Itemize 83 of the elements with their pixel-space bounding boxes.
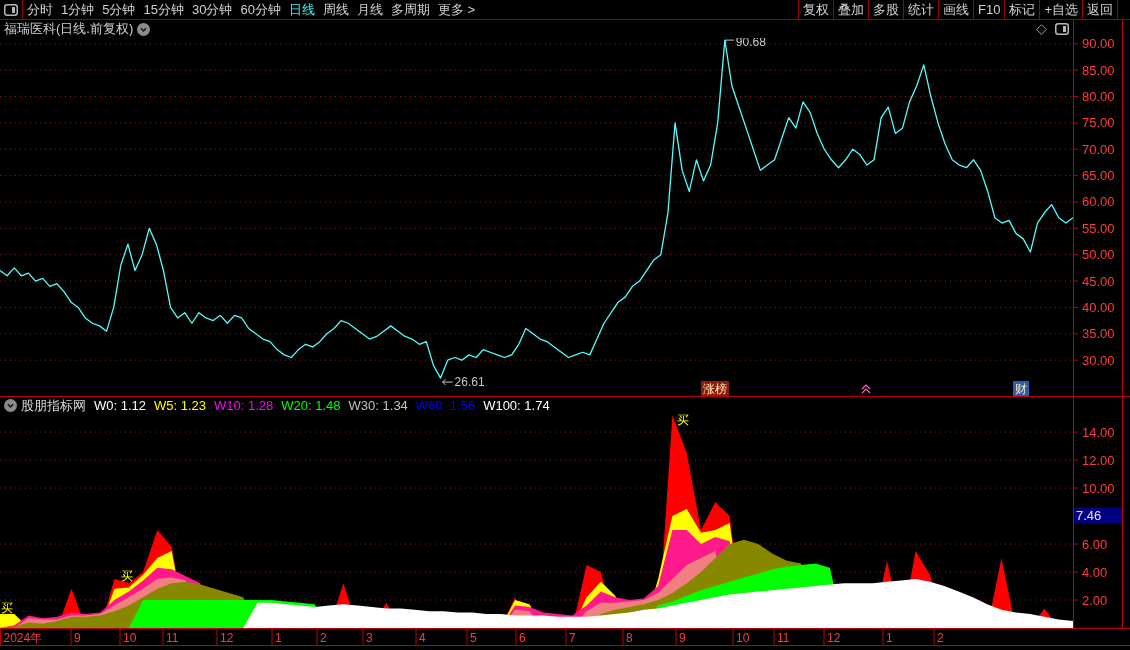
- axis-label: 10: [736, 631, 750, 645]
- chevron-down-icon[interactable]: [4, 398, 17, 412]
- axis-label: 14.00: [1082, 424, 1115, 440]
- diamond-icon[interactable]: [1036, 23, 1047, 35]
- axis-label: 2.00: [1082, 592, 1108, 608]
- axis-label: 4.00: [1082, 564, 1108, 580]
- indicator-name: 股朋指标网: [21, 397, 86, 413]
- axis-label: 55.00: [1082, 220, 1115, 236]
- price-label: 90.68: [735, 38, 766, 50]
- chart-title: 福瑞医科(日线.前复权): [4, 21, 134, 37]
- axis-label: 7: [569, 631, 576, 645]
- axis-label: 2: [320, 631, 327, 645]
- axis-label: 3: [366, 631, 373, 645]
- toolbar-button[interactable]: F10: [973, 0, 1005, 19]
- toolbar-button[interactable]: 多股: [868, 0, 903, 19]
- toolbar-button[interactable]: 返回: [1082, 0, 1118, 19]
- axis-label: 2: [937, 631, 944, 645]
- toolbar-button[interactable]: 标记: [1004, 0, 1040, 19]
- price-label: 26.61: [454, 375, 485, 390]
- axis-label: 8: [626, 631, 633, 645]
- axis-label: 1: [886, 631, 893, 645]
- period-tab[interactable]: 更多 >: [433, 0, 480, 19]
- axis-label: 40.00: [1082, 299, 1115, 315]
- toolbar-button[interactable]: 复权: [798, 0, 833, 19]
- axis-label: 11: [166, 631, 179, 645]
- toolbar-button[interactable]: 叠加: [833, 0, 868, 19]
- axis-label: 85.00: [1082, 62, 1115, 78]
- period-tab[interactable]: 1分钟: [57, 0, 99, 19]
- axis-label: 60.00: [1082, 194, 1115, 210]
- toolbar-button[interactable]: +自选: [1039, 0, 1082, 19]
- double-caret-up-icon: [861, 384, 871, 394]
- current-value-tag: 7.46: [1074, 507, 1122, 524]
- axis-label: 10: [123, 631, 137, 645]
- indicator-value: W20: 1.48: [281, 397, 341, 413]
- event-tag: 财: [1013, 381, 1029, 396]
- axis-label: 12.00: [1082, 452, 1115, 468]
- period-tab[interactable]: 周线: [318, 0, 353, 19]
- axis-label: 6: [519, 631, 526, 645]
- toolbar-button[interactable]: 画线: [938, 0, 973, 19]
- axis-label: 70.00: [1082, 141, 1115, 157]
- indicator-value: W0: 1.12: [94, 397, 147, 413]
- event-tag: 涨榜: [701, 381, 729, 396]
- period-tab[interactable]: 日线: [284, 0, 319, 19]
- indicator-value: W60: 1.56: [415, 397, 476, 413]
- axis-label: 4: [419, 631, 426, 645]
- period-tab[interactable]: 60分钟: [236, 0, 285, 19]
- axis-label: 5: [470, 631, 477, 645]
- period-tab[interactable]: 5分钟: [98, 0, 140, 19]
- leader-line-icon: [725, 39, 735, 44]
- axis-label: 6.00: [1082, 536, 1108, 552]
- axis-label: 11: [777, 631, 790, 645]
- period-tab[interactable]: 多周期: [386, 0, 434, 19]
- axis-label: 75.00: [1082, 115, 1115, 131]
- period-tab[interactable]: 分时: [23, 0, 57, 19]
- indicator-value: W10: 1.28: [214, 397, 274, 413]
- axis-label: 10.00: [1082, 480, 1115, 496]
- panel-icon[interactable]: [1055, 23, 1069, 35]
- axis-label: 2024年: [3, 631, 43, 645]
- period-tab[interactable]: 30分钟: [187, 0, 237, 19]
- indicator-value: W5: 1.23: [154, 397, 207, 413]
- axis-label: 30.00: [1082, 352, 1115, 368]
- panel-icon[interactable]: [4, 3, 18, 16]
- arrow-left-icon: [442, 378, 454, 386]
- chevron-down-icon[interactable]: [137, 22, 151, 36]
- axis-label: 1: [275, 631, 282, 645]
- axis-label: 80.00: [1082, 89, 1115, 104]
- buy-signal-label: 买: [677, 413, 689, 427]
- axis-label: 50.00: [1082, 247, 1115, 263]
- axis-label: 90.00: [1082, 38, 1115, 52]
- axis-label: 9: [74, 631, 81, 645]
- axis-label: 12: [220, 631, 234, 645]
- axis-label: 65.00: [1082, 168, 1115, 184]
- axis-label: 12: [827, 631, 841, 645]
- axis-label: 35.00: [1082, 326, 1115, 342]
- axis-label: 45.00: [1082, 273, 1115, 289]
- period-tab[interactable]: 月线: [352, 0, 387, 19]
- toolbar-button[interactable]: 统计: [903, 0, 938, 19]
- buy-signal-label: 买: [1, 601, 13, 615]
- buy-signal-label: 买: [121, 569, 133, 583]
- indicator-value: W30: 1.34: [348, 397, 408, 413]
- indicator-value: W100: 1.74: [483, 397, 550, 413]
- period-tab[interactable]: 15分钟: [139, 0, 188, 19]
- axis-label: 9: [679, 631, 686, 645]
